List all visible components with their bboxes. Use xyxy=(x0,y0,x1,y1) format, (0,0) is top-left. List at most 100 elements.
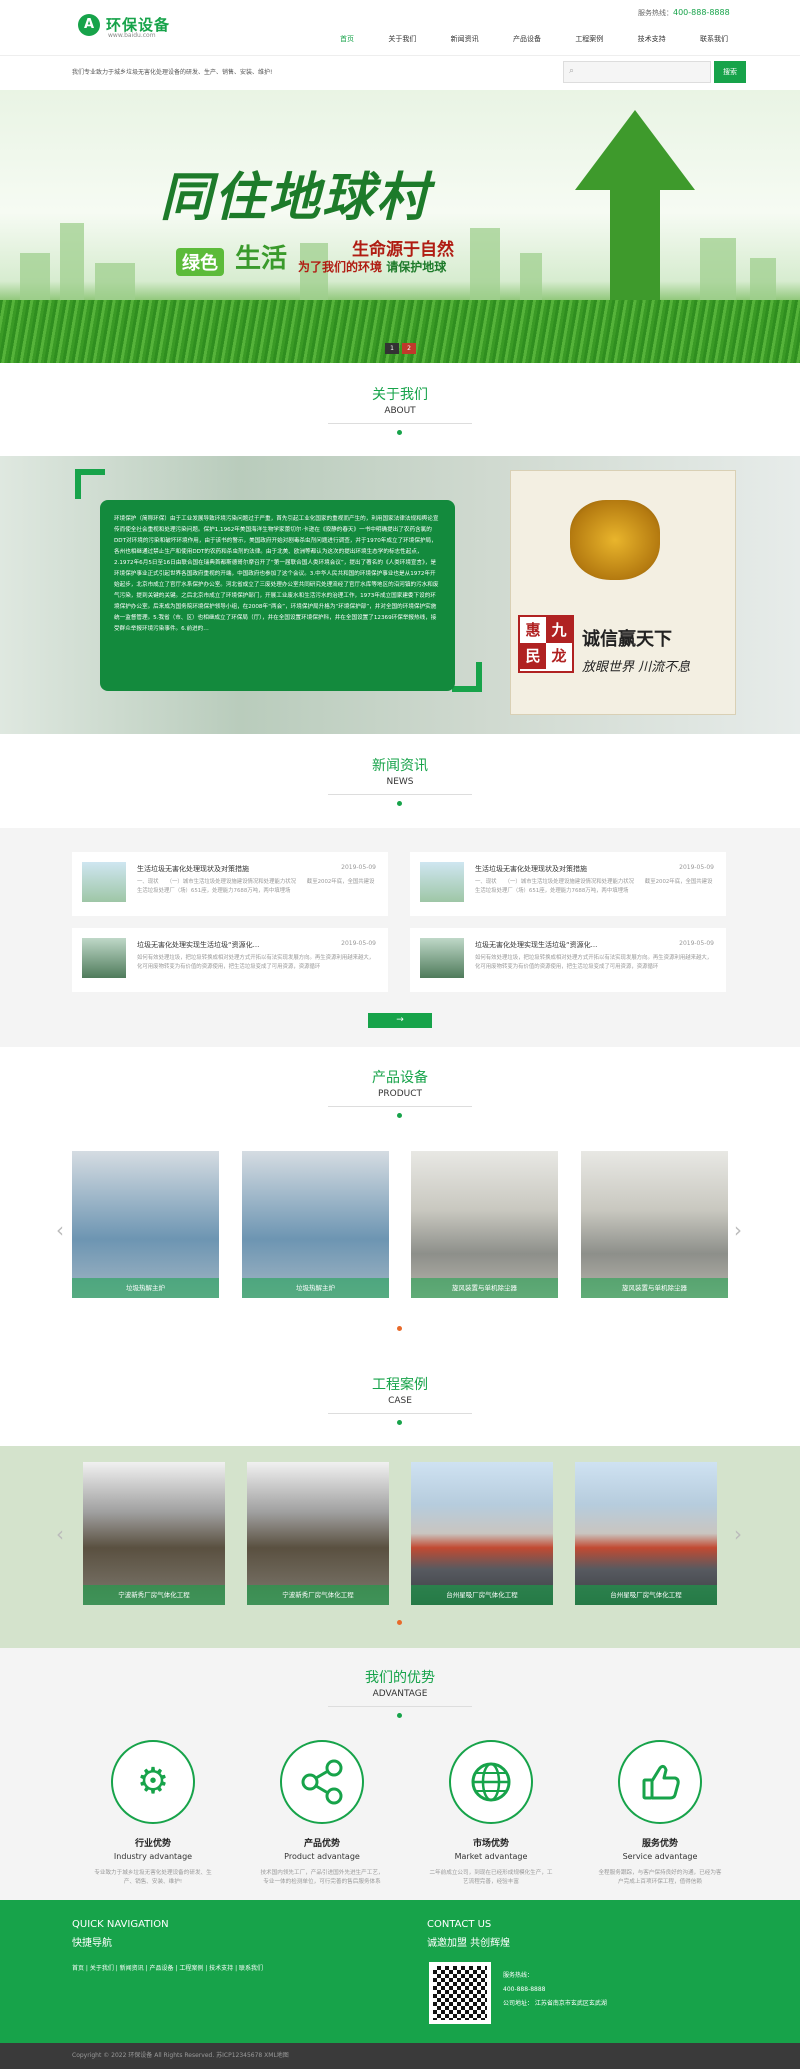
logo-subtext: www.baidu.com xyxy=(108,32,156,39)
product-card[interactable]: 旋风装置与单机除尘器 xyxy=(581,1151,728,1298)
arrow-icon xyxy=(575,110,695,190)
news-item-title[interactable]: 生活垃圾无害化处理现状及对策措施 xyxy=(475,864,587,874)
cases-subtitle: CASE xyxy=(388,1396,412,1406)
cases-heading: 工程案例 CASE xyxy=(0,1374,800,1406)
news-item-date: 2019-05-09 xyxy=(679,940,714,947)
products-title: 产品设备 xyxy=(372,1070,428,1086)
cases-title: 工程案例 xyxy=(372,1377,428,1393)
seal-char: 民 xyxy=(520,643,546,669)
slide-dot-2[interactable]: 2 xyxy=(402,343,416,354)
contact-title: 诚邀加盟 共创辉煌 xyxy=(427,1938,511,1949)
footer-nav-links[interactable]: 首页 | 关于我们 | 新闻资讯 | 产品设备 | 工程案例 | 技术支持 | … xyxy=(72,1963,263,1972)
chevron-left-icon[interactable]: ‹ xyxy=(56,1522,64,1546)
news-thumbnail[interactable] xyxy=(420,938,464,978)
corner-decoration xyxy=(452,662,482,692)
carousel-dot[interactable] xyxy=(397,1326,402,1331)
case-caption[interactable]: 台州星吸厂房气体化工程 xyxy=(575,1585,717,1605)
news-more-button[interactable]: → xyxy=(368,1013,432,1028)
news-thumbnail[interactable] xyxy=(82,938,126,978)
news-item-date: 2019-05-09 xyxy=(679,864,714,871)
divider-dot xyxy=(397,801,402,806)
search-button[interactable]: 搜索 xyxy=(714,61,746,83)
header-slogan: 我们专业致力于城乡垃圾无害化处理设备的研发、生产、销售、安装、维护! xyxy=(72,69,273,76)
case-card[interactable]: 宁波新秀厂房气体化工程 xyxy=(83,1462,225,1605)
nav-support[interactable]: 技术支持 xyxy=(638,34,666,48)
case-card[interactable]: 宁波新秀厂房气体化工程 xyxy=(247,1462,389,1605)
search-input[interactable] xyxy=(563,61,711,83)
news-card[interactable]: 垃圾无害化处理实现生活垃圾“资源化... 2019-05-09 如何有效处理垃圾… xyxy=(72,928,388,992)
case-card[interactable]: 台州星吸厂房气体化工程 xyxy=(575,1462,717,1605)
news-thumbnail[interactable] xyxy=(420,862,464,902)
advantage-desc: 全程服务跟踪，与客户保持良好的沟通，已经为客户完成上百项环保工程，值得信赖 xyxy=(598,1870,722,1885)
news-subtitle: NEWS xyxy=(386,777,414,787)
case-caption[interactable]: 宁波新秀厂房气体化工程 xyxy=(247,1585,389,1605)
product-caption[interactable]: 旋风装置与单机除尘器 xyxy=(581,1278,728,1298)
advantage-title: 行业优势 xyxy=(134,1839,171,1849)
case-caption[interactable]: 宁波新秀厂房气体化工程 xyxy=(83,1585,225,1605)
news-card[interactable]: 生活垃圾无害化处理现状及对策措施 2019-05-09 一、现状 （一）城市生活… xyxy=(410,852,726,916)
slide-dot-1[interactable]: 1 xyxy=(385,343,399,354)
about-motto-sub: 放眼世界 川流不息 xyxy=(582,660,691,675)
contact-info: 服务热线： 400-888-8888 公司地址： 江苏省南京市玄武区玄武湖 xyxy=(503,1969,607,2011)
divider-dot xyxy=(397,1713,402,1718)
advantage-desc: 二年前成立公司，到现在已经形成规模化生产，工艺流程完善，经验丰富 xyxy=(429,1870,553,1885)
carousel-dot[interactable] xyxy=(397,1620,402,1625)
product-card[interactable]: 垃圾热解主炉 xyxy=(72,1151,219,1298)
nav-about[interactable]: 关于我们 xyxy=(388,34,416,48)
case-caption[interactable]: 台州星吸厂房气体化工程 xyxy=(411,1585,553,1605)
seal-char: 九 xyxy=(546,617,572,643)
seal-char: 惠 xyxy=(520,617,546,643)
product-caption[interactable]: 垃圾热解主炉 xyxy=(72,1278,219,1298)
logo-icon[interactable]: A xyxy=(78,14,100,36)
news-item-desc: 如何有效处理垃圾，把垃圾转换成相对处理方式开拓以有法实现发展方向。再生资源利用越… xyxy=(475,955,713,970)
products-subtitle: PRODUCT xyxy=(377,1089,423,1099)
seal-char: 龙 xyxy=(546,643,572,669)
banner-tagline-b: 请保护地球 xyxy=(386,260,447,274)
tripod-image xyxy=(570,500,660,580)
header-hotline: 服务热线：400-888-8888 xyxy=(638,8,730,18)
news-thumbnail[interactable] xyxy=(82,862,126,902)
news-card[interactable]: 生活垃圾无害化处理现状及对策措施 2019-05-09 一、现状 （一）城市生活… xyxy=(72,852,388,916)
advantage-desc: 技术国内领先工厂，产品引进国外先进生产工艺，专业一体的检测单位，可行完善的售后服… xyxy=(260,1870,384,1885)
case-card[interactable]: 台州星吸厂房气体化工程 xyxy=(411,1462,553,1605)
corner-decoration xyxy=(75,469,105,499)
news-card[interactable]: 垃圾无害化处理实现生活垃圾“资源化... 2019-05-09 如何有效处理垃圾… xyxy=(410,928,726,992)
products-heading: 产品设备 PRODUCT xyxy=(0,1067,800,1099)
banner-life: 生活 xyxy=(235,244,288,274)
product-caption[interactable]: 垃圾热解主炉 xyxy=(242,1278,389,1298)
news-item-desc: 一、现状 （一）城市生活垃圾处理设施建设情况和处理能力状况 截至2002年底，全… xyxy=(475,879,713,894)
news-item-title[interactable]: 垃圾无害化处理实现生活垃圾“资源化... xyxy=(475,940,597,950)
divider xyxy=(328,794,472,795)
nav-products[interactable]: 产品设备 xyxy=(513,34,541,48)
product-card[interactable]: 旋风装置与单机除尘器 xyxy=(411,1151,558,1298)
hotline-label: 服务热线： xyxy=(638,9,673,17)
news-item-date: 2019-05-09 xyxy=(341,940,376,947)
about-motto: 诚信赢天下 xyxy=(582,629,672,650)
divider xyxy=(328,1706,472,1707)
about-title: 关于我们 xyxy=(372,387,428,403)
advantages-heading: 我们的优势 ADVANTAGE xyxy=(0,1667,800,1699)
news-item-date: 2019-05-09 xyxy=(341,864,376,871)
news-item-title[interactable]: 生活垃圾无害化处理现状及对策措施 xyxy=(137,864,249,874)
nav-cases[interactable]: 工程案例 xyxy=(575,34,603,48)
advantage-item: 产品优势 Product advantage 技术国内领先工厂，产品引进国外先进… xyxy=(252,1740,392,1887)
banner-grass xyxy=(0,300,800,363)
product-card[interactable]: 垃圾热解主炉 xyxy=(242,1151,389,1298)
nav-home[interactable]: 首页 xyxy=(340,34,354,48)
advantage-icon-circle xyxy=(618,1740,702,1824)
nav-contact[interactable]: 联系我们 xyxy=(700,34,728,48)
banner-tagline: 为了我们的环境 请保护地球 xyxy=(298,258,446,275)
qr-code xyxy=(429,1962,491,2024)
advantage-icon-circle: ⚙ xyxy=(111,1740,195,1824)
divider xyxy=(328,423,472,424)
nav-news[interactable]: 新闻资讯 xyxy=(451,34,479,48)
advantages-subtitle: ADVANTAGE xyxy=(372,1689,428,1699)
chevron-right-icon[interactable]: › xyxy=(734,1522,742,1546)
news-item-title[interactable]: 垃圾无害化处理实现生活垃圾“资源化... xyxy=(137,940,259,950)
advantage-subtitle: Product advantage xyxy=(284,1852,360,1861)
chevron-left-icon[interactable]: ‹ xyxy=(56,1218,64,1242)
banner-green-tag: 绿色 xyxy=(176,248,224,276)
product-caption[interactable]: 旋风装置与单机除尘器 xyxy=(411,1278,558,1298)
chevron-right-icon[interactable]: › xyxy=(734,1218,742,1242)
globe-icon xyxy=(471,1762,511,1802)
